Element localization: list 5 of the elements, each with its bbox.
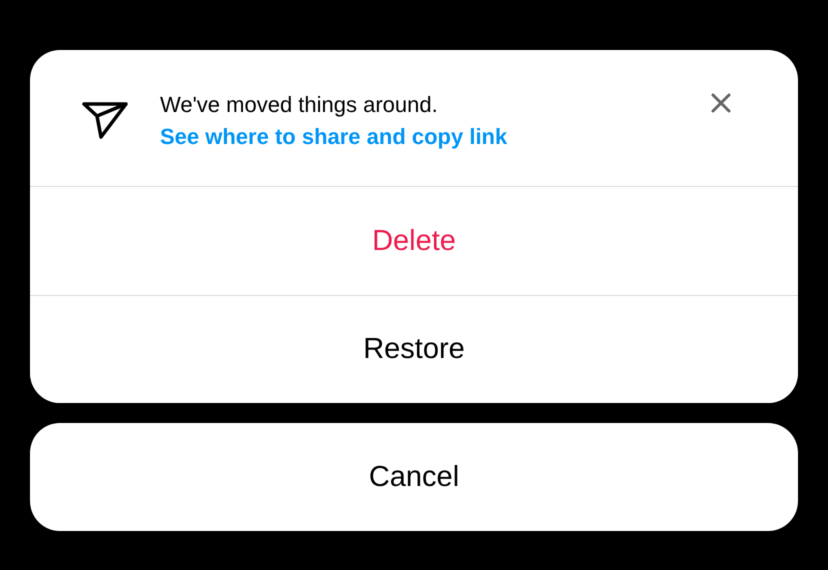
cancel-button[interactable]: Cancel [30,423,798,531]
notice-message: We've moved things around. [160,92,439,118]
close-button[interactable] [710,92,732,114]
close-icon [710,92,732,114]
action-button[interactable]: Restore [30,295,798,403]
